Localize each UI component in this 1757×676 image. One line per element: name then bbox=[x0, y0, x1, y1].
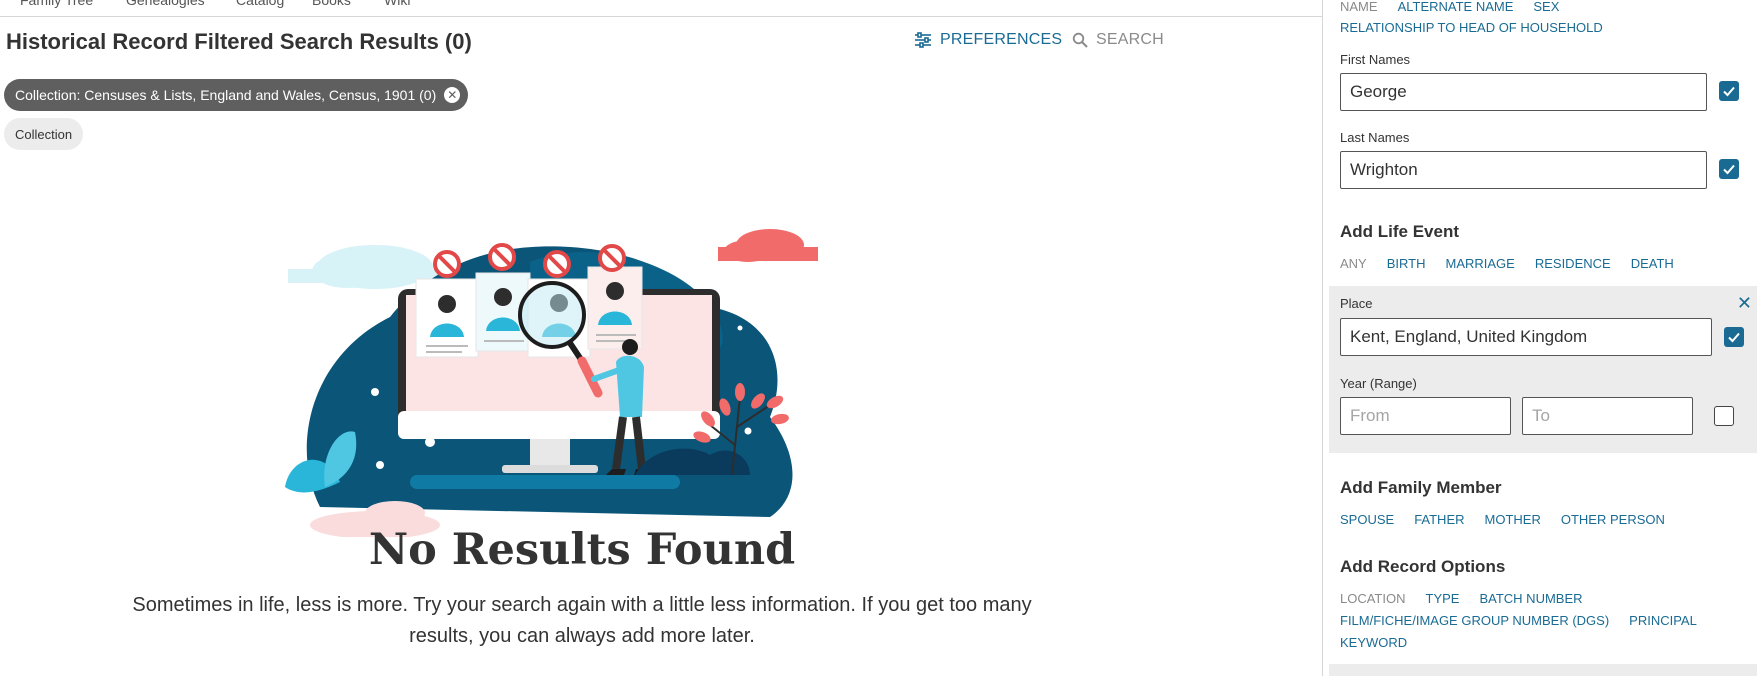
checkmark-icon bbox=[1723, 86, 1735, 97]
sex-tab[interactable]: SEX bbox=[1533, 0, 1559, 14]
relationship-link[interactable]: RELATIONSHIP TO HEAD OF HOUSEHOLD bbox=[1340, 20, 1603, 35]
record-options-row-3: KEYWORD bbox=[1340, 635, 1407, 650]
year-range-label: Year (Range) bbox=[1340, 376, 1417, 391]
add-father-link[interactable]: FATHER bbox=[1414, 512, 1464, 527]
cloud-right-shape bbox=[718, 229, 818, 262]
last-names-label: Last Names bbox=[1340, 130, 1410, 145]
collection-filter-chip: Collection: Censuses & Lists, England an… bbox=[4, 79, 469, 111]
search-label: SEARCH bbox=[1096, 31, 1164, 48]
first-names-input[interactable]: George bbox=[1340, 73, 1707, 111]
remove-filter-icon[interactable]: ✕ bbox=[444, 87, 461, 103]
record-option-type[interactable]: TYPE bbox=[1426, 591, 1460, 606]
nav-genealogies[interactable]: Genealogies bbox=[126, 0, 205, 8]
search-icon bbox=[1072, 32, 1088, 48]
record-option-keyword[interactable]: KEYWORD bbox=[1340, 635, 1407, 650]
main-content: Historical Record Filtered Search Result… bbox=[0, 17, 1322, 676]
life-event-marriage[interactable]: MARRIAGE bbox=[1446, 256, 1515, 271]
family-member-title: Add Family Member bbox=[1340, 478, 1502, 497]
no-results-illustration bbox=[270, 207, 890, 539]
year-to-input[interactable]: To bbox=[1522, 397, 1693, 435]
record-option-batch-number[interactable]: BATCH NUMBER bbox=[1479, 591, 1582, 606]
place-label: Place bbox=[1340, 296, 1373, 311]
record-options-row-2: FILM/FICHE/IMAGE GROUP NUMBER (DGS) PRIN… bbox=[1340, 613, 1697, 628]
nav-family-tree[interactable]: Family Tree bbox=[20, 0, 93, 8]
add-spouse-link[interactable]: SPOUSE bbox=[1340, 512, 1394, 527]
life-event-any[interactable]: ANY bbox=[1340, 256, 1367, 271]
top-navigation: Family Tree Genealogies Catalog Books Wi… bbox=[0, 0, 1322, 17]
no-results-title: No Results Found bbox=[368, 525, 796, 575]
search-button[interactable]: SEARCH bbox=[1072, 31, 1164, 49]
checkmark-icon bbox=[1723, 164, 1735, 175]
no-results-message: Sometimes in life, less is more. Try you… bbox=[132, 594, 1032, 647]
nav-wiki[interactable]: Wiki bbox=[384, 0, 410, 8]
last-names-input[interactable]: Wrighton bbox=[1340, 151, 1707, 189]
life-event-residence[interactable]: RESIDENCE bbox=[1535, 256, 1611, 271]
last-names-exact-checkbox[interactable] bbox=[1719, 159, 1739, 179]
year-exact-checkbox[interactable] bbox=[1714, 406, 1734, 426]
record-options-row-1: LOCATION TYPE BATCH NUMBER bbox=[1340, 591, 1583, 606]
record-option-location[interactable]: LOCATION bbox=[1340, 591, 1406, 606]
nav-books[interactable]: Books bbox=[312, 0, 351, 8]
family-member-options: SPOUSE FATHER MOTHER OTHER PERSON bbox=[1340, 512, 1665, 527]
add-mother-link[interactable]: MOTHER bbox=[1485, 512, 1541, 527]
record-option-film-number[interactable]: FILM/FICHE/IMAGE GROUP NUMBER (DGS) bbox=[1340, 613, 1609, 628]
life-event-options: ANY BIRTH MARRIAGE RESIDENCE DEATH bbox=[1340, 256, 1674, 271]
sliders-icon bbox=[914, 32, 932, 48]
place-input[interactable]: Kent, England, United Kingdom bbox=[1340, 318, 1712, 356]
life-event-death[interactable]: DEATH bbox=[1631, 256, 1674, 271]
life-event-box: ✕ Place Kent, England, United Kingdom Ye… bbox=[1329, 286, 1757, 453]
checkmark-icon bbox=[1728, 332, 1740, 343]
close-icon[interactable]: ✕ bbox=[1737, 294, 1752, 312]
life-event-title: Add Life Event bbox=[1340, 222, 1460, 241]
record-option-principal[interactable]: PRINCIPAL bbox=[1629, 613, 1697, 628]
next-section-box bbox=[1329, 664, 1757, 676]
page-title: Historical Record Filtered Search Result… bbox=[6, 29, 472, 54]
collection-filter-button[interactable]: Collection bbox=[4, 118, 84, 150]
place-exact-checkbox[interactable] bbox=[1724, 327, 1744, 347]
add-other-person-link[interactable]: OTHER PERSON bbox=[1561, 512, 1665, 527]
collection-chip-label: Collection bbox=[15, 126, 73, 142]
first-names-exact-checkbox[interactable] bbox=[1719, 81, 1739, 101]
filter-chip-label: Collection: Censuses & Lists, England an… bbox=[15, 87, 437, 103]
alternate-name-tab[interactable]: ALTERNATE NAME bbox=[1398, 0, 1514, 14]
name-options-row: NAME ALTERNATE NAME SEX bbox=[1340, 0, 1559, 14]
search-form-panel: NAME ALTERNATE NAME SEX RELATIONSHIP TO … bbox=[1322, 0, 1757, 676]
year-from-input[interactable]: From bbox=[1340, 397, 1511, 435]
record-options-title: Add Record Options bbox=[1340, 557, 1506, 576]
preferences-button[interactable]: PREFERENCES bbox=[914, 31, 1062, 49]
name-tab[interactable]: NAME bbox=[1340, 0, 1378, 14]
preferences-label: PREFERENCES bbox=[940, 31, 1063, 48]
first-names-label: First Names bbox=[1340, 52, 1411, 67]
life-event-birth[interactable]: BIRTH bbox=[1387, 256, 1426, 271]
nav-catalog[interactable]: Catalog bbox=[236, 0, 284, 8]
